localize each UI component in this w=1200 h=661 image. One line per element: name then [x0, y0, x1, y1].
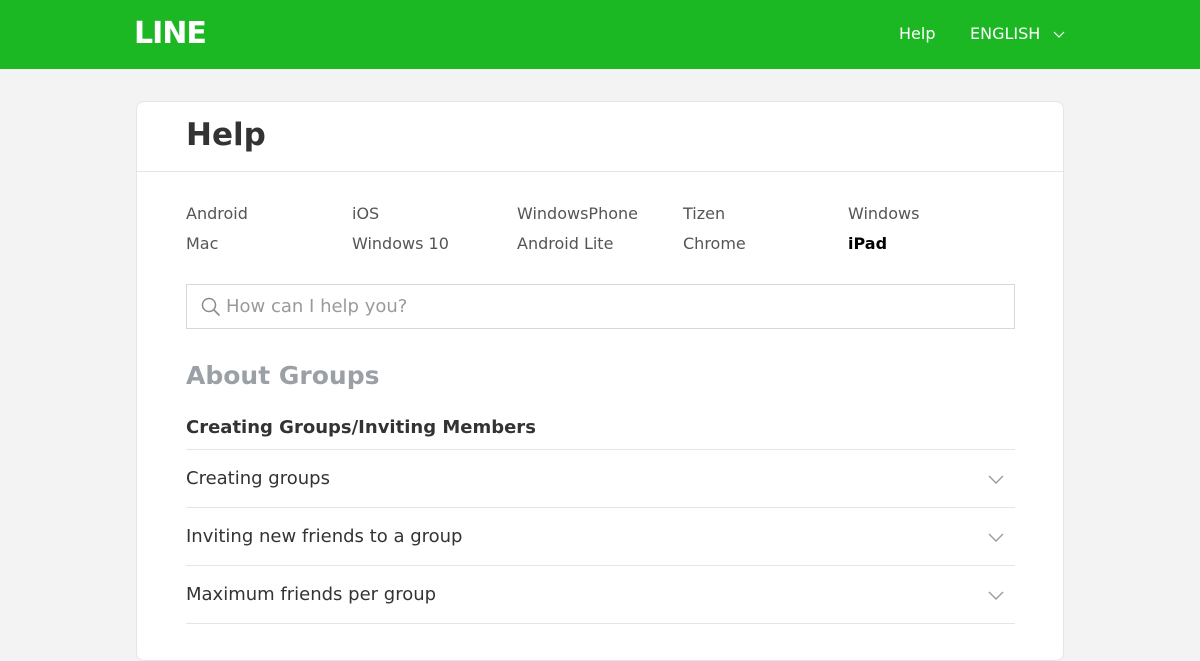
search-box — [186, 284, 1015, 329]
platform-mac[interactable]: Mac — [186, 232, 352, 262]
language-label: ENGLISH — [970, 24, 1041, 43]
card-header: Help — [137, 102, 1063, 172]
line-logo[interactable]: LINE — [134, 16, 207, 52]
faq-question: Inviting new friends to a group — [186, 525, 463, 547]
platform-chrome[interactable]: Chrome — [683, 232, 848, 262]
faq-item-maximum-friends[interactable]: Maximum friends per group — [186, 566, 1015, 624]
platform-ios[interactable]: iOS — [352, 202, 517, 232]
faq-question: Creating groups — [186, 467, 330, 489]
chevron-down-icon — [988, 475, 1004, 484]
platform-tizen[interactable]: Tizen — [683, 202, 848, 232]
language-selector[interactable]: ENGLISH — [970, 24, 1066, 44]
search-input[interactable] — [187, 285, 1014, 328]
faq-item-inviting-friends[interactable]: Inviting new friends to a group — [186, 508, 1015, 566]
faq-question: Maximum friends per group — [186, 583, 437, 605]
platform-windows-10[interactable]: Windows 10 — [352, 232, 517, 262]
platform-windows[interactable]: Windows — [848, 202, 1016, 232]
chevron-down-icon — [988, 533, 1004, 542]
top-navigation-bar: LINE Help ENGLISH — [0, 0, 1200, 69]
subsection-title: Creating Groups/Inviting Members — [186, 417, 536, 438]
search-icon — [201, 297, 220, 316]
section-title: About Groups — [186, 361, 380, 390]
platform-nav: Android iOS WindowsPhone Tizen Windows M… — [186, 202, 1016, 262]
chevron-down-icon — [1053, 31, 1065, 38]
chevron-down-icon — [988, 591, 1004, 600]
page-title: Help — [186, 117, 266, 153]
platform-android[interactable]: Android — [186, 202, 352, 232]
help-card: Help Android iOS WindowsPhone Tizen Wind… — [136, 101, 1064, 661]
platform-ipad[interactable]: iPad — [848, 232, 1016, 262]
faq-item-creating-groups[interactable]: Creating groups — [186, 450, 1015, 508]
platform-windowsphone[interactable]: WindowsPhone — [517, 202, 683, 232]
platform-android-lite[interactable]: Android Lite — [517, 232, 683, 262]
help-link[interactable]: Help — [899, 24, 935, 44]
faq-list: Creating groups Inviting new friends to … — [186, 449, 1015, 624]
